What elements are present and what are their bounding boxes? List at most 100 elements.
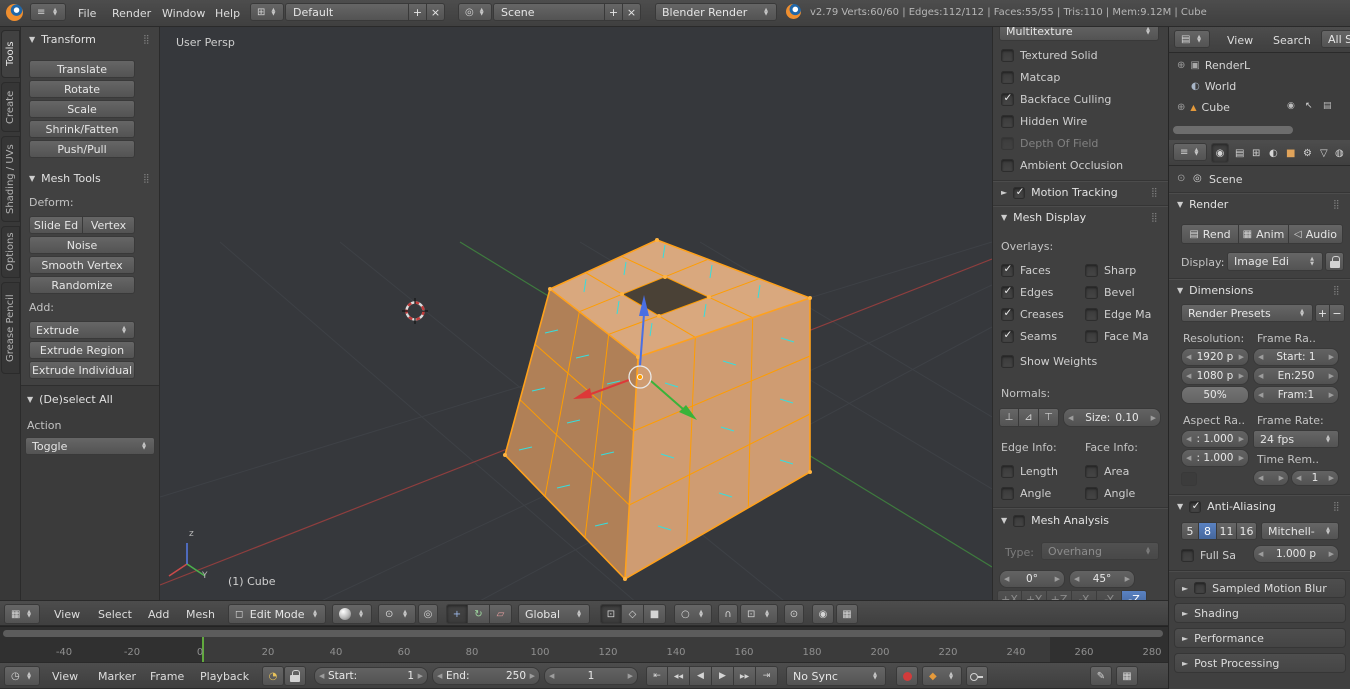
shading-panel[interactable]: ►Shading: [1174, 603, 1346, 623]
time-old-field[interactable]: [1253, 470, 1289, 486]
add-layout-button[interactable]: +: [409, 3, 427, 21]
play-button[interactable]: ▶: [712, 666, 734, 686]
checkbox-faces[interactable]: Faces: [1001, 263, 1051, 277]
outliner-scrollbar[interactable]: [1173, 126, 1293, 134]
dimensions-panel-header[interactable]: ▼Dimensions: [1177, 284, 1253, 297]
checkbox-depth-of-field[interactable]: Depth Of Field: [1001, 136, 1098, 150]
tab-options[interactable]: Options: [1, 226, 20, 278]
tab-grease-pencil[interactable]: Grease Pencil: [1, 282, 20, 374]
slide-vertex-button[interactable]: Vertex: [83, 216, 135, 234]
aa-filter-select[interactable]: Mitchell-: [1261, 522, 1339, 540]
sampled-motion-blur-panel[interactable]: ►Sampled Motion Blur: [1174, 578, 1346, 598]
tab-world[interactable]: ◐: [1269, 148, 1278, 159]
checkbox-show-weights[interactable]: Show Weights: [1001, 354, 1097, 368]
timeline-menu-frame[interactable]: Frame: [150, 670, 184, 683]
menu-help[interactable]: Help: [215, 7, 240, 20]
filter-size-field[interactable]: 1.000 p: [1253, 545, 1339, 563]
checkbox-full-sample[interactable]: Full Sa: [1181, 548, 1236, 562]
transform-panel-header[interactable]: ▼Transform: [29, 33, 96, 46]
mesh-tools-panel-header[interactable]: ▼Mesh Tools: [29, 172, 101, 185]
view3d-menu-add[interactable]: Add: [148, 608, 169, 621]
performance-panel[interactable]: ►Performance: [1174, 628, 1346, 648]
mesh-display-panel-header[interactable]: ▼Mesh Display: [1001, 211, 1086, 224]
outliner-scope-select[interactable]: All Sc: [1321, 30, 1350, 48]
scene-name-field[interactable]: Scene: [493, 3, 605, 21]
checkbox-seams[interactable]: Seams: [1001, 329, 1057, 343]
viewport-shading-button[interactable]: [332, 604, 372, 624]
vertex-normals-toggle[interactable]: ⊥: [999, 408, 1019, 427]
menu-window[interactable]: Window: [162, 7, 205, 20]
render-audio-button[interactable]: ◁Audio: [1289, 224, 1343, 244]
view3d-menu-select[interactable]: Select: [98, 608, 132, 621]
checkbox-edge-length[interactable]: Length: [1001, 464, 1058, 478]
panel-drag-icon[interactable]: ⣿: [1333, 286, 1341, 296]
snap-toggle[interactable]: ∩: [718, 604, 738, 624]
manipulator-scale-toggle[interactable]: ▱: [490, 604, 512, 624]
timeline-editor-button[interactable]: ◷: [4, 666, 40, 686]
extrude-menu[interactable]: Extrude: [29, 321, 135, 339]
tab-tools[interactable]: Tools: [1, 30, 20, 78]
motion-tracking-panel-header[interactable]: ►Motion Tracking: [1001, 186, 1118, 199]
tab-shading-uvs[interactable]: Shading / UVs: [1, 136, 20, 222]
snap-element-select[interactable]: ⊡: [740, 604, 778, 624]
select-mode-face-button[interactable]: ■: [644, 604, 666, 624]
panel-checkbox[interactable]: [1013, 187, 1025, 199]
scale-button[interactable]: Scale: [29, 100, 135, 118]
smooth-vertex-button[interactable]: Smooth Vertex: [29, 256, 135, 274]
checkbox-creases[interactable]: Creases: [1001, 307, 1064, 321]
jump-to-end-button[interactable]: ⇥: [756, 666, 778, 686]
panel-drag-icon[interactable]: ⣿: [143, 35, 151, 45]
cube-mesh[interactable]: [503, 238, 812, 581]
outliner-menu-view[interactable]: View: [1227, 34, 1253, 47]
tab-render[interactable]: ◉: [1211, 143, 1229, 163]
view3d-menu-view[interactable]: View: [54, 608, 80, 621]
pin-icon[interactable]: ⊙: [1177, 173, 1185, 184]
panel-drag-icon[interactable]: ⣿: [1333, 200, 1341, 210]
checkbox-edges[interactable]: Edges: [1001, 285, 1053, 299]
delete-scene-button[interactable]: ×: [623, 3, 641, 21]
pivot-align-toggle[interactable]: ◎: [418, 604, 438, 624]
frame-step-field[interactable]: Fram:1: [1253, 386, 1339, 404]
analysis-max-field[interactable]: 45°: [1069, 570, 1135, 588]
proportional-edit-select[interactable]: ○: [674, 604, 712, 624]
render-presets-select[interactable]: Render Presets: [1181, 304, 1313, 322]
screen-layout-icon-button[interactable]: ⊞: [250, 3, 284, 21]
view3d-menu-mesh[interactable]: Mesh: [186, 608, 215, 621]
aspect-x-field[interactable]: : 1.000: [1181, 430, 1249, 448]
play-reverse-button[interactable]: ◀: [690, 666, 712, 686]
shrink-fatten-button[interactable]: Shrink/Fatten: [29, 120, 135, 138]
sync-mode-select[interactable]: No Sync: [786, 666, 886, 686]
border-toggle[interactable]: [1181, 472, 1197, 486]
checkbox-hidden-wire[interactable]: Hidden Wire: [1001, 114, 1087, 128]
frame-start-field[interactable]: Start: 1: [1253, 348, 1339, 366]
timeline-menu-view[interactable]: View: [52, 670, 78, 683]
aa-samples-8-button[interactable]: 8: [1199, 522, 1217, 540]
checkbox-backface-culling[interactable]: Backface Culling: [1001, 92, 1111, 106]
anti-aliasing-panel-header[interactable]: ▼Anti-Aliasing: [1177, 500, 1276, 513]
delete-layout-button[interactable]: ×: [427, 3, 445, 21]
panel-drag-icon[interactable]: ⣿: [143, 174, 151, 184]
frame-end-field[interactable]: En:250: [1253, 367, 1339, 385]
extrude-region-button[interactable]: Extrude Region: [29, 341, 135, 359]
eye-icon[interactable]: ◉: [1287, 101, 1295, 111]
post-processing-panel[interactable]: ►Post Processing: [1174, 653, 1346, 673]
axis-plus-y-button[interactable]: +Y: [1022, 590, 1047, 600]
loose-normals-toggle[interactable]: ⊿: [1019, 408, 1039, 427]
outliner-item-renderlayers[interactable]: ⊕ ▣ RenderL: [1177, 56, 1250, 74]
tab-create[interactable]: Create: [1, 82, 20, 132]
timeline-menu-playback[interactable]: Playback: [200, 670, 249, 683]
frame-start-field[interactable]: Start:1: [314, 667, 428, 685]
renderability-icon[interactable]: ▤: [1323, 101, 1332, 111]
add-scene-button[interactable]: +: [605, 3, 623, 21]
panel-checkbox[interactable]: [1013, 515, 1025, 527]
tab-render-layers[interactable]: ▤: [1235, 148, 1244, 159]
panel-drag-icon[interactable]: ⣿: [1333, 502, 1341, 512]
aa-samples-5-button[interactable]: 5: [1181, 522, 1199, 540]
panel-checkbox[interactable]: [1194, 582, 1206, 594]
timeline-scrollbar[interactable]: [3, 630, 1163, 637]
view3d-editor-button[interactable]: ▦: [4, 604, 40, 624]
select-mode-vertex-button[interactable]: ⊡: [600, 604, 622, 624]
viewport-shading-select[interactable]: Multitexture: [999, 27, 1159, 41]
grid-icon-button[interactable]: ▦: [1116, 666, 1138, 686]
add-preset-button[interactable]: +: [1315, 304, 1330, 322]
